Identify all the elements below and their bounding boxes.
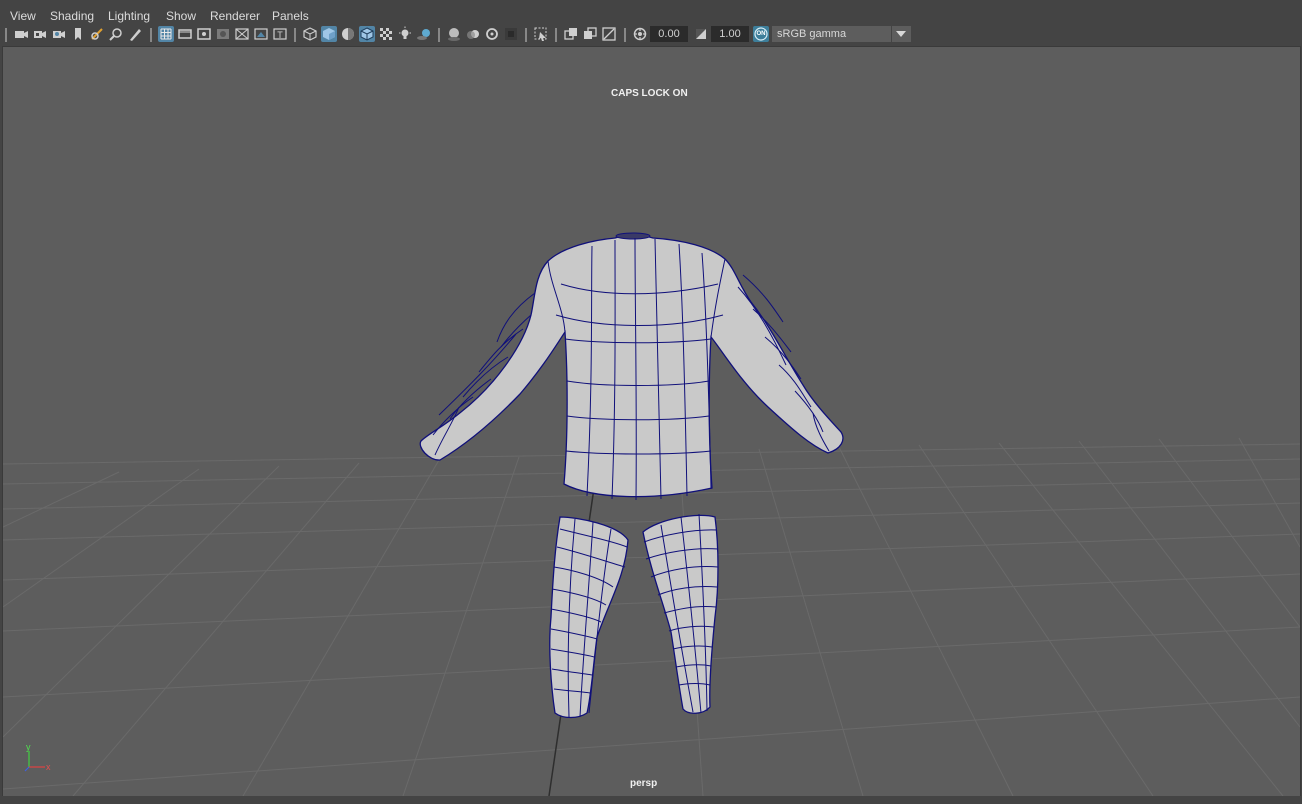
2d-pan-zoom-icon[interactable] bbox=[89, 26, 105, 42]
grease-pencil-icon[interactable] bbox=[108, 26, 124, 42]
color-space-value: sRGB gamma bbox=[777, 28, 847, 40]
backface-culling-icon[interactable] bbox=[601, 26, 617, 42]
toolbar-separator bbox=[150, 28, 152, 42]
film-gate-icon[interactable] bbox=[177, 26, 193, 42]
z-axis-line bbox=[24, 766, 30, 772]
toolbar-separator bbox=[624, 28, 626, 42]
menu-renderer[interactable]: Renderer bbox=[210, 9, 260, 23]
smooth-shade-all-icon[interactable] bbox=[321, 26, 337, 42]
xray-active-components-icon[interactable] bbox=[582, 26, 598, 42]
exposure-field[interactable] bbox=[650, 26, 688, 42]
field-chart-icon[interactable] bbox=[234, 26, 250, 42]
menu-show[interactable]: Show bbox=[166, 9, 196, 23]
panel-toolbar: T 0.00 1.00 ON sRGB gamma bbox=[0, 26, 1302, 45]
maya-viewport-panel: View Shading Lighting Show Renderer Pane… bbox=[0, 0, 1302, 804]
3d-viewport[interactable]: CAPS LOCK ON persp y x bbox=[2, 46, 1301, 797]
x-axis-label: x bbox=[46, 762, 51, 772]
grid-icon[interactable] bbox=[158, 26, 174, 42]
isolate-select-icon[interactable] bbox=[533, 26, 549, 42]
toolbar-separator bbox=[5, 28, 7, 42]
y-axis-label: y bbox=[26, 743, 31, 752]
camera-attributes-icon[interactable] bbox=[32, 26, 48, 42]
wireframe-icon[interactable] bbox=[302, 26, 318, 42]
bookmarks-icon[interactable] bbox=[51, 26, 67, 42]
toolbar-separator bbox=[525, 28, 527, 42]
grease-pencil-tool-icon[interactable] bbox=[127, 26, 143, 42]
toolbar-separator bbox=[294, 28, 296, 42]
gamma-field[interactable] bbox=[711, 26, 749, 42]
use-all-lights-icon[interactable] bbox=[397, 26, 413, 42]
pants-right-leg-mesh[interactable] bbox=[642, 513, 719, 714]
svg-text:T: T bbox=[277, 30, 283, 40]
gate-mask-icon[interactable] bbox=[215, 26, 231, 42]
toolbar-separator bbox=[555, 28, 557, 42]
menu-view[interactable]: View bbox=[10, 9, 36, 23]
menu-panels[interactable]: Panels bbox=[272, 9, 309, 23]
depth-of-field-icon[interactable] bbox=[503, 26, 519, 42]
select-camera-icon[interactable] bbox=[13, 26, 29, 42]
shirt-mesh[interactable] bbox=[419, 232, 844, 501]
xray-joints-icon[interactable] bbox=[563, 26, 579, 42]
screen-space-ao-icon[interactable] bbox=[446, 26, 462, 42]
view-axis-indicator: y x bbox=[21, 742, 61, 782]
resolution-gate-icon[interactable] bbox=[196, 26, 212, 42]
shadows-icon[interactable] bbox=[416, 26, 432, 42]
motion-blur-icon[interactable] bbox=[465, 26, 481, 42]
use-default-material-icon[interactable] bbox=[340, 26, 356, 42]
gamma-icon[interactable] bbox=[693, 26, 709, 42]
chevron-down-icon[interactable] bbox=[891, 26, 911, 42]
camera-name-hud: persp bbox=[630, 778, 658, 789]
caps-lock-hud: CAPS LOCK ON bbox=[611, 88, 688, 99]
wireframe-on-shaded-icon[interactable] bbox=[359, 26, 375, 42]
panel-bottom-border bbox=[0, 796, 1302, 804]
color-space-dropdown[interactable]: sRGB gamma bbox=[772, 26, 911, 42]
menu-shading[interactable]: Shading bbox=[50, 9, 94, 23]
exposure-icon[interactable] bbox=[632, 26, 648, 42]
toolbar-separator bbox=[438, 28, 440, 42]
xray-icon[interactable] bbox=[378, 26, 394, 42]
safe-action-icon[interactable] bbox=[253, 26, 269, 42]
safe-title-icon[interactable]: T bbox=[272, 26, 288, 42]
panel-menubar: View Shading Lighting Show Renderer Pane… bbox=[0, 0, 1302, 26]
color-management-badge-label: ON bbox=[756, 31, 766, 37]
viewport-scene[interactable] bbox=[3, 47, 1300, 796]
image-plane-icon[interactable] bbox=[70, 26, 86, 42]
pants-left-leg-mesh[interactable] bbox=[549, 516, 629, 719]
color-management-toggle[interactable]: ON bbox=[753, 26, 769, 42]
menu-lighting[interactable]: Lighting bbox=[108, 9, 150, 23]
multisample-aa-icon[interactable] bbox=[484, 26, 500, 42]
